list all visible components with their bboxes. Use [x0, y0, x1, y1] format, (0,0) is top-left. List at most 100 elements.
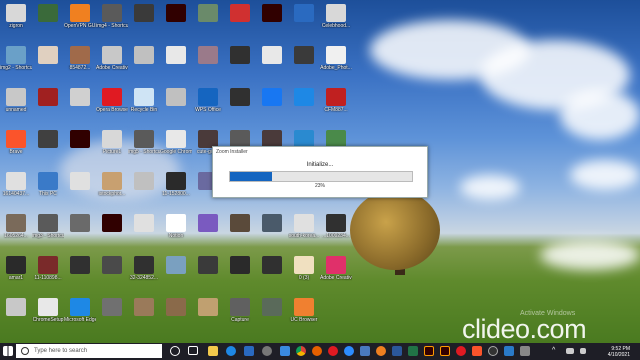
desktop-icon[interactable]	[64, 256, 96, 275]
desktop-icon[interactable]	[128, 4, 160, 23]
file-explorer-icon[interactable]	[208, 346, 218, 356]
search-box[interactable]: Type here to search	[16, 344, 162, 358]
desktop-icon[interactable]	[256, 46, 288, 65]
network-icon[interactable]	[566, 348, 574, 354]
desktop-icon[interactable]: img4 - Shortcut	[96, 4, 128, 29]
firefox-icon[interactable]	[312, 346, 322, 356]
desktop-icon[interactable]	[64, 214, 96, 233]
desktop-icon[interactable]: istockphot...	[96, 172, 128, 197]
zoom-icon[interactable]	[344, 346, 354, 356]
desktop-icon[interactable]: img5 - Shortcut	[128, 130, 160, 155]
desktop-icon[interactable]: zigron	[0, 4, 32, 29]
desktop-icon[interactable]	[128, 46, 160, 65]
desktop-icon[interactable]: 32-324852...	[128, 256, 160, 281]
desktop-icon[interactable]	[192, 298, 224, 317]
windows-start-icon[interactable]	[3, 346, 13, 356]
desktop-icon[interactable]	[288, 46, 320, 65]
desktop-icon[interactable]	[256, 298, 288, 317]
desktop-icon[interactable]	[64, 88, 96, 107]
desktop-icon[interactable]	[96, 298, 128, 317]
desktop-icon[interactable]: south-korea...	[288, 214, 320, 239]
opera-icon[interactable]	[328, 346, 338, 356]
settings-icon[interactable]	[262, 346, 272, 356]
desktop-icon[interactable]: This PC	[32, 172, 64, 197]
desktop-icon[interactable]: OpenVPN GUI	[64, 4, 96, 29]
desktop-icon[interactable]	[128, 172, 160, 191]
opera-icon-2[interactable]	[456, 346, 466, 356]
volume-icon[interactable]	[580, 348, 586, 354]
clock-date[interactable]: 4/10/2021	[608, 352, 630, 358]
desktop-icon[interactable]	[192, 4, 224, 23]
illustrator-icon-2[interactable]	[440, 346, 450, 356]
desktop-icon[interactable]: Google Chrome	[160, 130, 192, 155]
desktop-icon[interactable]	[192, 256, 224, 275]
desktop-icon[interactable]	[32, 4, 64, 23]
word-icon[interactable]	[392, 346, 402, 356]
desktop-icon[interactable]: CFM887...	[320, 88, 352, 113]
desktop-icon[interactable]: WPS Office	[192, 88, 224, 113]
photos-icon[interactable]	[360, 346, 370, 356]
desktop-icon[interactable]: Brave	[0, 130, 32, 155]
desktop-icon[interactable]	[96, 214, 128, 233]
tray-chevron-icon[interactable]: ^	[552, 346, 562, 356]
desktop-icon[interactable]	[96, 256, 128, 275]
desktop-icon[interactable]	[256, 214, 288, 233]
desktop-icon[interactable]	[192, 46, 224, 65]
desktop-icon[interactable]: 854872...	[64, 46, 96, 71]
desktop-icon[interactable]	[224, 88, 256, 107]
desktop-icon[interactable]: img2 - Shortcut	[0, 46, 32, 71]
desktop-icon[interactable]: UC Browser	[288, 298, 320, 323]
desktop-icon[interactable]	[0, 298, 32, 317]
desktop-icon[interactable]: unnamed	[0, 88, 32, 113]
desktop-icon[interactable]	[224, 256, 256, 275]
desktop-icon[interactable]	[64, 130, 96, 149]
illustrator-icon[interactable]	[424, 346, 434, 356]
desktop-icon[interactable]: 11-152800...	[160, 172, 192, 197]
desktop-icon[interactable]: Opera Browser	[96, 88, 128, 113]
desktop-icon[interactable]	[256, 4, 288, 23]
desktop-icon[interactable]	[160, 4, 192, 23]
desktop-icon[interactable]: 11-110898...	[32, 256, 64, 281]
desktop-icon[interactable]	[224, 46, 256, 65]
desktop-icon[interactable]	[64, 172, 96, 191]
task-view-icon[interactable]	[188, 346, 198, 355]
desktop-icon[interactable]	[288, 4, 320, 23]
desktop-icon[interactable]	[128, 298, 160, 317]
edge-icon[interactable]	[226, 346, 236, 356]
brave-icon[interactable]	[472, 346, 482, 356]
desktop-icon[interactable]	[128, 214, 160, 233]
desktop-icon[interactable]	[256, 88, 288, 107]
desktop-icon[interactable]	[288, 88, 320, 107]
desktop-icon[interactable]	[32, 46, 64, 65]
desktop-icon[interactable]	[160, 256, 192, 275]
desktop-icon[interactable]: amar1	[0, 256, 32, 281]
desktop-icon[interactable]: 16140437...	[0, 172, 32, 197]
desktop-icon[interactable]	[32, 88, 64, 107]
desktop-icon[interactable]	[224, 4, 256, 23]
desktop-icon[interactable]	[160, 88, 192, 107]
desktop-icon[interactable]: Notion	[160, 214, 192, 239]
desktop-icon[interactable]: Picture1	[96, 130, 128, 155]
desktop-icon[interactable]: Adobe Creative C...	[96, 46, 128, 71]
desktop-icon[interactable]: Adobe_Phot...	[320, 46, 352, 71]
app-icon[interactable]	[520, 346, 530, 356]
desktop-icon[interactable]: img3 - Shortcut	[32, 214, 64, 239]
vpn-icon[interactable]	[376, 346, 386, 356]
installer-dialog[interactable]: Zoom Installer Initialize... 23%	[212, 146, 428, 198]
desktop-icon[interactable]	[160, 46, 192, 65]
desktop-icon[interactable]	[32, 130, 64, 149]
desktop-icon[interactable]: Capture	[224, 298, 256, 323]
mail-icon[interactable]	[280, 346, 290, 356]
obs-icon[interactable]	[488, 346, 498, 356]
excel-icon[interactable]	[408, 346, 418, 356]
desktop-icon[interactable]: 0 (3)	[288, 256, 320, 281]
desktop-icon[interactable]	[256, 256, 288, 275]
desktop-icon[interactable]: Adobe Creative...	[320, 256, 352, 281]
desktop-icon[interactable]	[160, 298, 192, 317]
desktop-icon[interactable]	[224, 214, 256, 233]
desktop-icon[interactable]: ChromeSetup	[32, 298, 64, 323]
app-icon[interactable]	[504, 346, 514, 356]
chrome-icon[interactable]	[296, 346, 306, 356]
desktop-icon[interactable]	[192, 214, 224, 233]
cortana-icon[interactable]	[170, 346, 180, 356]
